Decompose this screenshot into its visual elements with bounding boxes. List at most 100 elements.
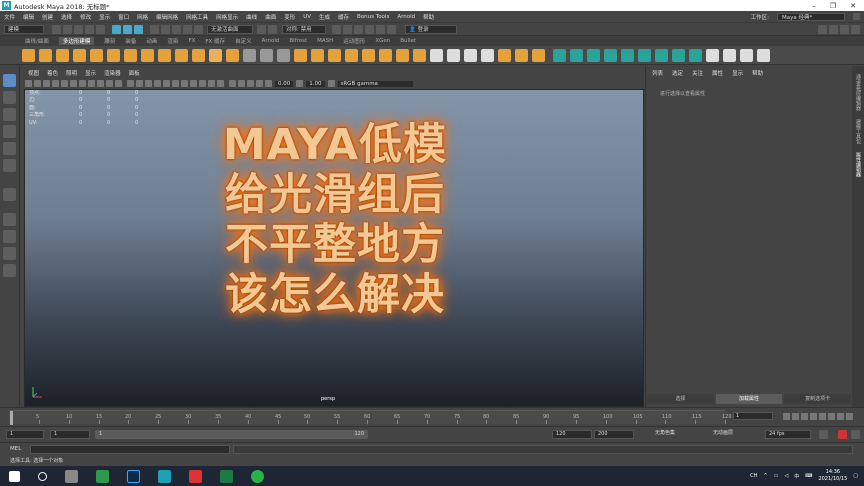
render-current-frame-icon[interactable] xyxy=(332,24,341,34)
lasso-tool-icon[interactable] xyxy=(3,91,16,104)
last-tool-icon[interactable] xyxy=(3,188,16,201)
paint-select-tool-icon[interactable] xyxy=(3,108,16,121)
shelf-tab-curves[interactable]: 曲线/曲面 xyxy=(25,37,49,45)
task-view-icon[interactable] xyxy=(65,469,78,483)
rotate-tool-icon[interactable] xyxy=(3,142,16,155)
menu-generate[interactable]: 生成 xyxy=(319,13,330,21)
average-normals-icon[interactable] xyxy=(638,48,651,62)
photoshop-icon[interactable] xyxy=(127,469,140,483)
fill-hole-icon[interactable] xyxy=(413,48,426,62)
shelf-tab-animation[interactable]: 动画 xyxy=(146,37,157,45)
move-tool-icon[interactable] xyxy=(3,125,16,138)
menu-set-dropdown[interactable]: 建模 xyxy=(4,24,44,34)
shelf-tab-mash[interactable]: MASH xyxy=(317,38,333,44)
save-scene-icon[interactable] xyxy=(74,24,83,34)
select-component-icon[interactable] xyxy=(134,24,143,34)
poly-plane-icon[interactable] xyxy=(107,48,120,62)
play-forwards-icon[interactable] xyxy=(819,412,826,420)
vp-menu-renderer[interactable]: 渲染器 xyxy=(104,69,121,77)
step-forward-key-icon[interactable] xyxy=(837,412,844,420)
go-to-start-icon[interactable] xyxy=(783,412,790,420)
wireframe-icon[interactable] xyxy=(127,80,134,87)
undo-icon[interactable] xyxy=(85,24,94,34)
menu-uv[interactable]: UV xyxy=(303,14,311,20)
poly-cylinder-icon[interactable] xyxy=(56,48,69,62)
planar-uv-icon[interactable] xyxy=(498,48,511,62)
fps-dropdown[interactable]: 24 fps xyxy=(765,430,811,439)
viewport-persp[interactable]: 顶点: 0 0 0 边: 0 0 0 面: 0 0 0 三角形: 0 0 0 UV: 0 0 0 MAYA低模… xyxy=(24,89,644,407)
shelf-script-1-icon[interactable] xyxy=(706,48,719,62)
new-scene-icon[interactable] xyxy=(52,24,61,34)
shelf-tab-bullet[interactable]: Bullet xyxy=(400,38,416,44)
shelf-tab-custom[interactable]: 自定义 xyxy=(235,37,252,45)
light-editor-icon[interactable] xyxy=(387,24,396,34)
soften-edge-icon[interactable] xyxy=(570,48,583,62)
remesh-icon[interactable] xyxy=(311,48,324,62)
live-surface-field[interactable]: 无激活曲面 xyxy=(207,24,253,34)
animation-start-field[interactable]: 1 xyxy=(6,430,44,439)
cb-menu-selected[interactable]: 选定 xyxy=(672,69,683,77)
camera-attributes-icon[interactable] xyxy=(34,80,41,87)
cb-menu-attributes[interactable]: 属性 xyxy=(712,69,723,77)
sweep-mesh-icon[interactable] xyxy=(192,48,205,62)
cb-menu-list[interactable]: 列表 xyxy=(652,69,663,77)
menu-curves[interactable]: 曲线 xyxy=(246,13,257,21)
lock-normals-icon[interactable] xyxy=(689,48,702,62)
step-back-key-icon[interactable] xyxy=(792,412,799,420)
menu-deform[interactable]: 变形 xyxy=(284,13,295,21)
menu-bonus-tools[interactable]: Bonus Tools xyxy=(357,14,389,20)
tool-settings-toggle-icon[interactable] xyxy=(840,24,849,34)
poly-cube-icon[interactable] xyxy=(39,48,52,62)
menu-create[interactable]: 创建 xyxy=(42,13,53,21)
volume-icon[interactable]: ◁ xyxy=(784,473,788,479)
redo-icon[interactable] xyxy=(96,24,105,34)
character-set-dropdown[interactable]: 无角色集 xyxy=(652,430,704,439)
motion-blur-icon[interactable] xyxy=(199,80,206,87)
bridge-icon[interactable] xyxy=(379,48,392,62)
snap-view-plane-icon[interactable] xyxy=(183,24,192,34)
set-normal-angle-icon[interactable] xyxy=(655,48,668,62)
separate-icon[interactable] xyxy=(277,48,290,62)
loop-icon[interactable] xyxy=(819,430,828,439)
ime-indicator[interactable]: 中 xyxy=(794,473,799,480)
windows-start-icon[interactable] xyxy=(9,470,20,482)
snap-curve-icon[interactable] xyxy=(161,24,170,34)
isolate-select-icon[interactable] xyxy=(229,80,236,87)
single-perspective-layout-icon[interactable] xyxy=(3,213,16,226)
reverse-normals-icon[interactable] xyxy=(621,48,634,62)
depth-of-field-icon[interactable] xyxy=(217,80,224,87)
menu-display[interactable]: 显示 xyxy=(99,13,110,21)
image-plane-icon[interactable] xyxy=(52,80,59,87)
open-scene-icon[interactable] xyxy=(63,24,72,34)
shadows-icon[interactable] xyxy=(181,80,188,87)
target-weld-icon[interactable] xyxy=(447,48,460,62)
default-material-icon[interactable] xyxy=(145,80,152,87)
shelf-script-4-icon[interactable] xyxy=(757,48,770,62)
auto-key-icon[interactable] xyxy=(838,430,847,439)
taskbar-clock[interactable]: 14:36 2021/10/15 xyxy=(818,469,847,483)
sphere-type-icon[interactable] xyxy=(175,48,188,62)
shelf-tab-rendering[interactable]: 渲染 xyxy=(167,37,178,45)
persp-outliner-layout-icon[interactable] xyxy=(3,247,16,260)
wechat-icon[interactable] xyxy=(251,469,264,483)
menu-arnold[interactable]: Arnold xyxy=(397,14,415,20)
animation-prefs-icon[interactable] xyxy=(851,430,860,439)
type-text-icon[interactable] xyxy=(209,48,222,62)
step-forward-frame-icon[interactable] xyxy=(828,412,835,420)
shelf-tab-fx[interactable]: FX xyxy=(188,38,195,44)
cb-menu-show[interactable]: 显示 xyxy=(732,69,743,77)
render-setup-icon[interactable] xyxy=(376,24,385,34)
shelf-tab-bifrost[interactable]: Bifrost xyxy=(289,38,307,44)
shelf-tab-rigging[interactable]: 装备 xyxy=(125,37,136,45)
vp-menu-shading[interactable]: 着色 xyxy=(47,69,58,77)
notification-icon[interactable]: ▢ xyxy=(853,473,858,479)
poly-sphere-icon[interactable] xyxy=(22,48,35,62)
xray-components-icon[interactable] xyxy=(256,80,263,87)
maximize-button[interactable]: ❐ xyxy=(830,2,836,10)
xray-joints-icon[interactable] xyxy=(247,80,254,87)
conform-icon[interactable] xyxy=(604,48,617,62)
taskbar-app-green-icon[interactable] xyxy=(96,469,109,483)
multisample-aa-icon[interactable] xyxy=(208,80,215,87)
play-backwards-icon[interactable] xyxy=(810,412,817,420)
menu-edit-mesh[interactable]: 编辑网格 xyxy=(156,13,178,21)
